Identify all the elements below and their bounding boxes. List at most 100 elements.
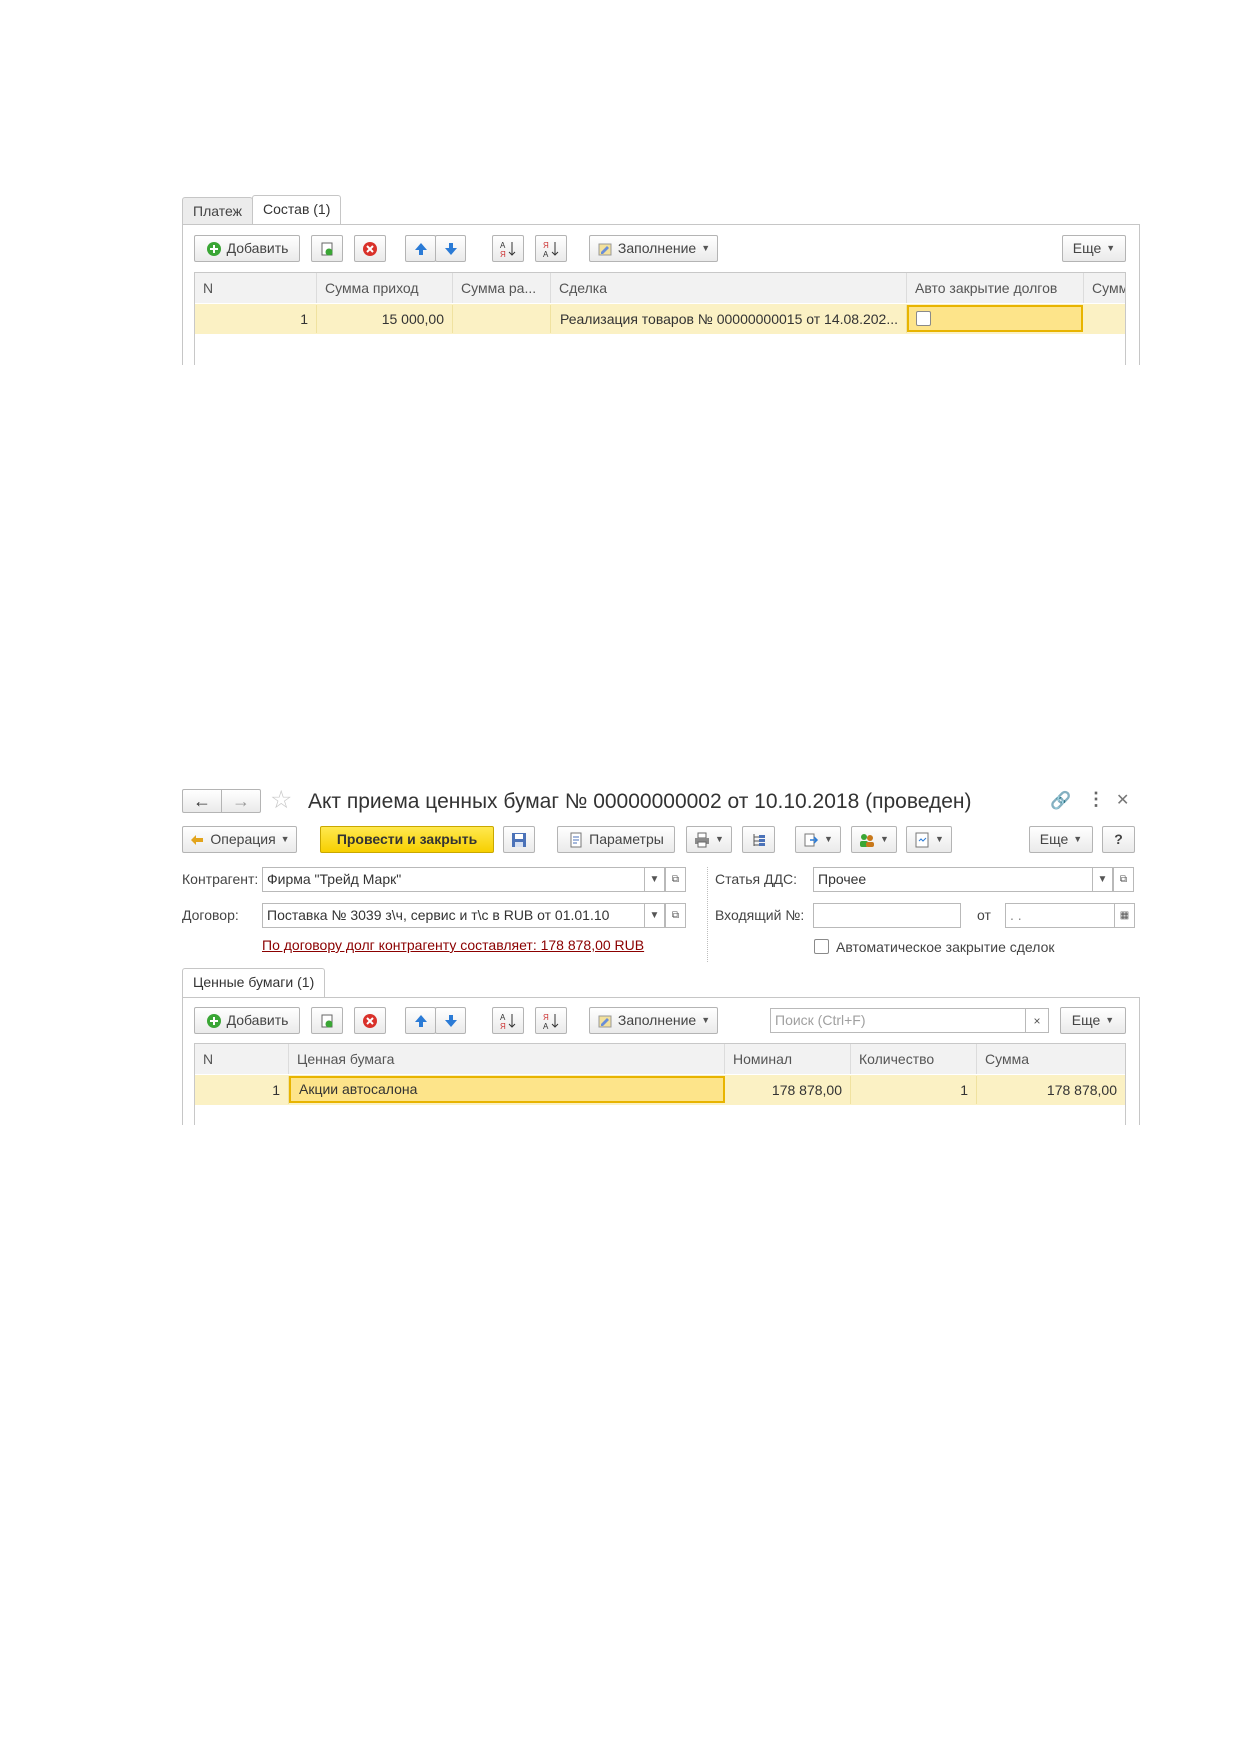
more-button[interactable]: Еще ▼ — [1029, 826, 1093, 853]
structure-button[interactable] — [742, 826, 775, 853]
add-button-label: Добавить — [226, 240, 289, 256]
column-header-quantity[interactable]: Количество — [851, 1044, 977, 1074]
auto-close-cell[interactable] — [907, 305, 1083, 332]
link-icon[interactable]: 🔗 — [1050, 791, 1071, 811]
tab-securities[interactable]: Ценные бумаги (1) — [182, 968, 326, 998]
incoming-number-field[interactable] — [813, 903, 961, 928]
more-button[interactable]: Еще ▼ — [1060, 1007, 1126, 1034]
column-header-amount-out[interactable]: Сумма ра... — [453, 273, 551, 303]
delete-button[interactable] — [354, 235, 386, 262]
operation-button[interactable]: Операция ▼ — [182, 826, 297, 853]
delete-button[interactable] — [354, 1007, 386, 1034]
contract-label: Договор: — [182, 907, 239, 923]
sort-descending-icon: ЯА — [543, 241, 559, 258]
search-clear-button[interactable]: × — [1025, 1008, 1049, 1033]
plus-icon — [206, 1013, 221, 1028]
incoming-date-field[interactable]: . . — [1005, 903, 1115, 928]
tab-composition[interactable]: Состав (1) — [252, 195, 342, 225]
dds-field[interactable]: Прочее — [813, 867, 1093, 892]
sort-desc-button[interactable]: ЯА — [535, 1007, 567, 1034]
column-header-n[interactable]: N — [195, 273, 317, 303]
copy-button[interactable] — [311, 235, 343, 262]
fill-button[interactable]: Заполнение ▼ — [589, 1007, 718, 1034]
svg-text:Я: Я — [543, 1013, 549, 1022]
column-header-sum[interactable]: Сумма — [977, 1044, 1125, 1074]
print-button[interactable]: ▼ — [686, 826, 732, 853]
arrow-down-icon — [444, 1014, 457, 1027]
sort-descending-icon: ЯА — [543, 1013, 559, 1030]
chevron-down-icon: ▼ — [280, 834, 290, 844]
back-button[interactable]: ← — [182, 789, 222, 813]
add-button[interactable]: Добавить — [194, 235, 300, 262]
row-amount-in: 15 000,00 — [317, 305, 453, 333]
column-header-n[interactable]: N — [195, 1044, 289, 1074]
row-nominal: 178 878,00 — [725, 1076, 851, 1104]
securities-form-fragment: ← → ☆ Акт приема ценных бумаг № 00000000… — [180, 785, 1140, 1125]
plus-icon — [206, 241, 221, 256]
row-n: 1 — [195, 1076, 289, 1104]
favorite-star-icon[interactable]: ☆ — [270, 787, 292, 813]
contract-open[interactable]: ⧉ — [665, 903, 686, 928]
copy-icon — [321, 242, 333, 255]
sort-desc-button[interactable]: ЯА — [535, 235, 567, 262]
operation-button-label: Операция — [210, 831, 276, 847]
create-based-on-button[interactable]: ▼ — [795, 826, 841, 853]
debt-link[interactable]: По договору долг контрагенту составляет:… — [262, 937, 644, 953]
column-header-nominal[interactable]: Номинал — [725, 1044, 851, 1074]
auto-close-checkbox[interactable] — [916, 311, 931, 326]
dds-label: Статья ДДС: — [715, 871, 797, 887]
column-header-auto-close[interactable]: Авто закрытие долгов — [907, 273, 1084, 303]
from-date-label: от — [977, 907, 991, 923]
contract-dropdown[interactable]: ▼ — [644, 903, 665, 928]
post-and-close-button[interactable]: Провести и закрыть — [320, 826, 494, 853]
column-header-security[interactable]: Ценная бумага — [289, 1044, 725, 1074]
document-icon — [570, 832, 582, 847]
arrow-left-icon: ← — [193, 790, 211, 811]
forward-button[interactable]: → — [221, 789, 261, 813]
column-header-sum[interactable]: Сумм — [1084, 273, 1125, 303]
move-up-button[interactable] — [405, 1007, 436, 1034]
copy-button[interactable] — [311, 1007, 343, 1034]
search-input[interactable]: Поиск (Ctrl+F) — [770, 1008, 1026, 1033]
chevron-down-icon: ▼ — [935, 834, 944, 844]
svg-text:Я: Я — [500, 1022, 506, 1030]
counterparty-field[interactable]: Фирма "Трейд Марк" — [262, 867, 645, 892]
sort-asc-button[interactable]: АЯ — [492, 235, 524, 262]
tab-payment[interactable]: Платеж — [182, 197, 253, 225]
row-security[interactable]: Акции автосалона — [289, 1076, 725, 1103]
add-button-label: Добавить — [226, 1012, 289, 1028]
related-users-button[interactable]: ▼ — [851, 826, 897, 853]
move-down-button[interactable] — [435, 235, 466, 262]
move-up-button[interactable] — [405, 235, 436, 262]
row-sum: 178 878,00 — [1046, 1082, 1117, 1098]
save-button[interactable] — [503, 826, 535, 853]
parameters-button[interactable]: Параметры — [557, 826, 675, 853]
more-button[interactable]: Еще ▼ — [1062, 235, 1126, 262]
counterparty-open[interactable]: ⧉ — [665, 867, 686, 892]
report-button[interactable]: ▼ — [906, 826, 952, 853]
more-vertical-icon[interactable]: ⋮ — [1087, 789, 1105, 810]
save-icon — [512, 832, 526, 847]
auto-close-deals-checkbox[interactable] — [814, 939, 829, 954]
calendar-button[interactable]: ▦ — [1114, 903, 1135, 928]
close-icon[interactable]: ✕ — [1116, 790, 1129, 810]
row-n: 1 — [195, 305, 317, 333]
incoming-number-label: Входящий №: — [715, 907, 805, 923]
dds-open[interactable]: ⧉ — [1113, 867, 1134, 892]
column-header-deal[interactable]: Сделка — [551, 273, 907, 303]
composition-table: N Сумма приход Сумма ра... Сделка Авто з… — [194, 272, 1126, 365]
contract-field[interactable]: Поставка № 3039 з\ч, сервис и т\с в RUB … — [262, 903, 645, 928]
delete-icon — [363, 241, 377, 256]
column-header-amount-in[interactable]: Сумма приход — [317, 273, 453, 303]
move-down-button[interactable] — [435, 1007, 466, 1034]
chevron-down-icon: ▼ — [649, 874, 660, 885]
help-button[interactable]: ? — [1102, 826, 1135, 853]
counterparty-dropdown[interactable]: ▼ — [644, 867, 665, 892]
dds-dropdown[interactable]: ▼ — [1092, 867, 1113, 892]
chevron-down-icon: ▼ — [649, 910, 660, 921]
sort-asc-button[interactable]: АЯ — [492, 1007, 524, 1034]
add-button[interactable]: Добавить — [194, 1007, 300, 1034]
svg-text:А: А — [543, 1022, 549, 1030]
hierarchy-icon — [753, 833, 765, 846]
fill-button[interactable]: Заполнение ▼ — [589, 235, 718, 262]
